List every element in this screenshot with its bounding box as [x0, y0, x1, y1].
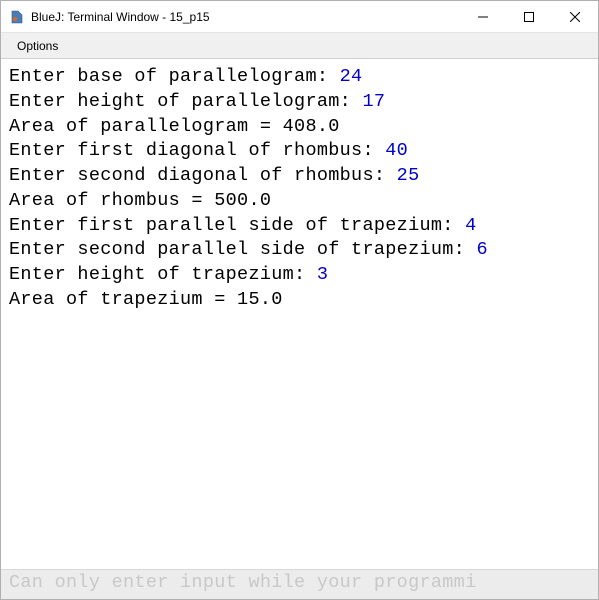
- terminal-line: Area of parallelogram = 408.0: [9, 115, 590, 140]
- user-input: 40: [385, 140, 408, 161]
- prompt-text: Area of rhombus = 500.0: [9, 190, 271, 211]
- prompt-text: Enter second diagonal of rhombus:: [9, 165, 397, 186]
- status-bar: Can only enter input while your programm…: [1, 569, 598, 599]
- terminal-line: Enter second diagonal of rhombus: 25: [9, 164, 590, 189]
- user-input: 17: [362, 91, 385, 112]
- terminal-line: Enter height of parallelogram: 17: [9, 90, 590, 115]
- app-icon: [9, 9, 25, 25]
- prompt-text: Enter height of parallelogram:: [9, 91, 362, 112]
- terminal-line: Enter first diagonal of rhombus: 40: [9, 139, 590, 164]
- prompt-text: Enter first diagonal of rhombus:: [9, 140, 385, 161]
- prompt-text: Enter second parallel side of trapezium:: [9, 239, 476, 260]
- terminal-line: Enter height of trapezium: 3: [9, 263, 590, 288]
- user-input: 24: [340, 66, 363, 87]
- minimize-button[interactable]: [460, 1, 506, 32]
- menu-options[interactable]: Options: [9, 35, 66, 57]
- user-input: 4: [465, 215, 476, 236]
- terminal-line: Area of trapezium = 15.0: [9, 288, 590, 313]
- terminal-line: Enter first parallel side of trapezium: …: [9, 214, 590, 239]
- maximize-button[interactable]: [506, 1, 552, 32]
- window-controls: [460, 1, 598, 32]
- terminal-line: Area of rhombus = 500.0: [9, 189, 590, 214]
- user-input: 3: [317, 264, 328, 285]
- terminal-output[interactable]: Enter base of parallelogram: 24Enter hei…: [1, 59, 598, 569]
- prompt-text: Enter first parallel side of trapezium:: [9, 215, 465, 236]
- user-input: 6: [476, 239, 487, 260]
- prompt-text: Area of trapezium = 15.0: [9, 289, 283, 310]
- window-title: BlueJ: Terminal Window - 15_p15: [31, 10, 460, 24]
- prompt-text: Area of parallelogram = 408.0: [9, 116, 340, 137]
- terminal-line: Enter base of parallelogram: 24: [9, 65, 590, 90]
- title-bar: BlueJ: Terminal Window - 15_p15: [1, 1, 598, 33]
- user-input: 25: [397, 165, 420, 186]
- prompt-text: Enter base of parallelogram:: [9, 66, 340, 87]
- close-button[interactable]: [552, 1, 598, 32]
- prompt-text: Enter height of trapezium:: [9, 264, 317, 285]
- terminal-line: Enter second parallel side of trapezium:…: [9, 238, 590, 263]
- menu-bar: Options: [1, 33, 598, 59]
